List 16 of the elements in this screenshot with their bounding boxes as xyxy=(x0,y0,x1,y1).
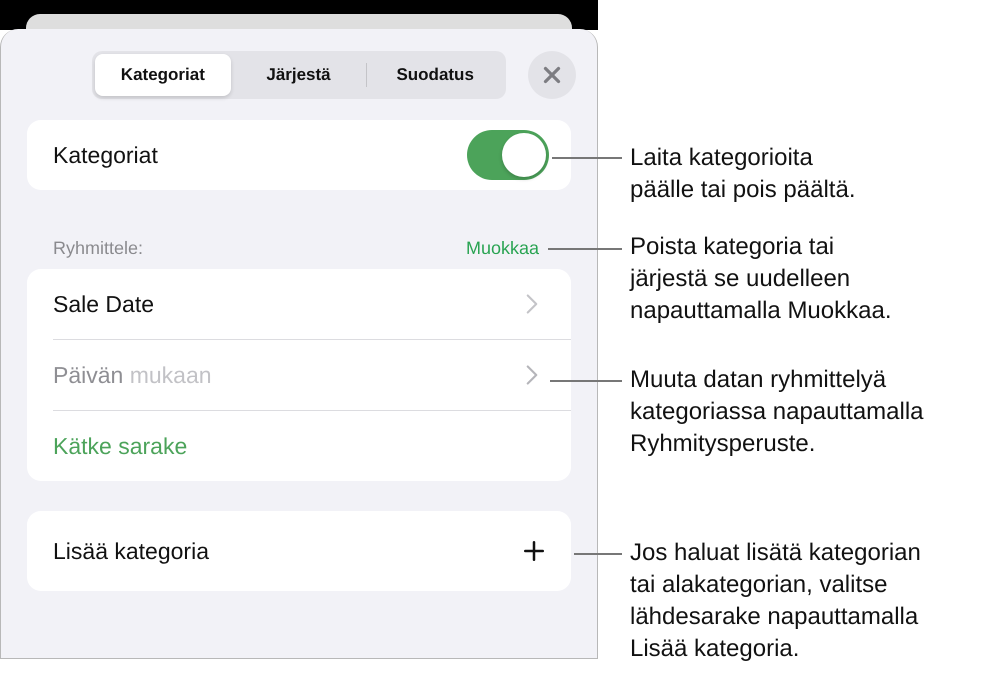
callout-text: Poista kategoria tai järjestä se uudelleen napauttamalla Muokkaa. xyxy=(630,232,892,326)
add-category-label[interactable]: Lisää kategoria xyxy=(53,538,209,564)
row-label[interactable]: Sale Date xyxy=(53,290,154,318)
section-header: Ryhmittele: xyxy=(53,238,144,259)
toggle-switch[interactable] xyxy=(467,130,549,180)
leader-line xyxy=(550,380,622,382)
close-button[interactable] xyxy=(528,51,576,99)
tab[interactable]: Järjestä xyxy=(230,54,366,96)
tab[interactable]: Suodatus xyxy=(367,54,504,96)
leader-line xyxy=(574,553,622,555)
callout-text: Laita kategorioita päälle tai pois päältä. xyxy=(630,143,856,205)
callout-text: Jos haluat lisätä kategorian tai alakategorian, valitse lähdesarake napauttamalla Lisää kategoria. xyxy=(630,538,921,664)
callout-text: Muuta datan ryhmittelyä kategoriassa napauttamalla Ryhmitysperuste. xyxy=(630,365,924,459)
leader-line xyxy=(552,157,622,159)
toggle-label: Kategoriat xyxy=(53,142,158,168)
tab[interactable]: Kategoriat xyxy=(95,54,231,96)
